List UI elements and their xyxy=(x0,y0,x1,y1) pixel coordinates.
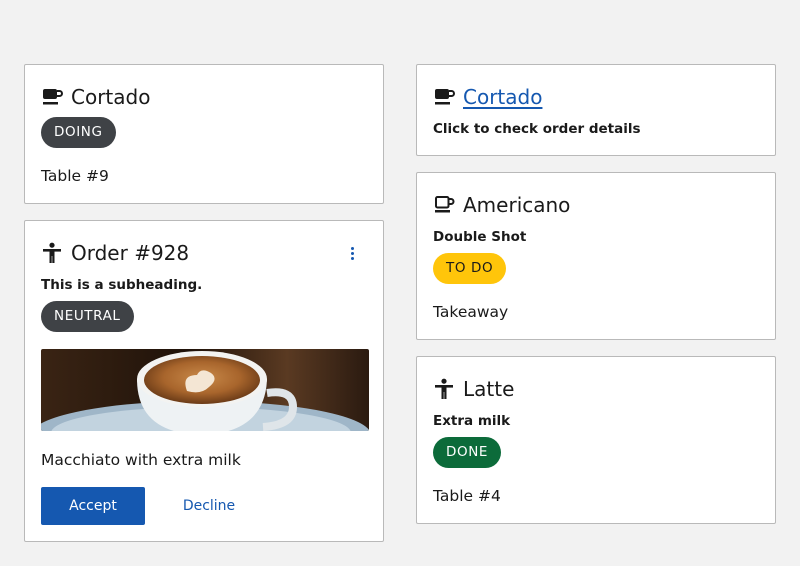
card-subheading: Click to check order details xyxy=(433,121,641,137)
card-subheading: This is a subheading. xyxy=(41,277,203,293)
card-body-text: Table #9 xyxy=(41,167,109,185)
card-header: Cortado xyxy=(433,85,542,109)
card-subheading: Extra milk xyxy=(433,413,511,429)
cortado-link-card[interactable]: Cortado Click to check order details xyxy=(416,64,776,156)
coffee-cup-icon xyxy=(41,86,63,108)
card-title: Latte xyxy=(463,377,515,401)
card-subheading: Double Shot xyxy=(433,229,527,245)
card-header: Cortado xyxy=(41,85,150,109)
latte-card: Latte Extra milk DONE Table #4 xyxy=(416,356,776,524)
card-title-link[interactable]: Cortado xyxy=(463,85,542,109)
cortado-card: Cortado DOING Table #9 xyxy=(24,64,384,204)
status-badge: TO DO xyxy=(433,253,507,284)
status-badge: NEUTRAL xyxy=(41,301,134,332)
card-body-text: Macchiato with extra milk xyxy=(41,451,241,469)
card-title: Order #928 xyxy=(71,241,190,265)
status-badge: DONE xyxy=(433,437,502,468)
card-body-text: Table #4 xyxy=(433,487,501,505)
coffee-cup-icon xyxy=(433,86,455,108)
accept-button[interactable]: Accept xyxy=(41,487,145,525)
card-header: Order #928 xyxy=(41,241,189,265)
decline-button[interactable]: Decline xyxy=(161,487,257,525)
card-body-text: Takeaway xyxy=(433,303,509,321)
coffee-mug-outline-icon xyxy=(433,194,455,216)
cappuccino-photo xyxy=(41,349,369,431)
card-header: Latte xyxy=(433,377,514,401)
order-card: Order #928 This is a subheading. NEUTRAL xyxy=(24,220,384,542)
more-options-icon[interactable] xyxy=(345,245,359,263)
person-icon xyxy=(41,242,63,264)
card-title: Americano xyxy=(463,193,571,217)
status-badge: DOING xyxy=(41,117,116,148)
card-title: Cortado xyxy=(71,85,151,109)
card-header: Americano xyxy=(433,193,570,217)
americano-card: Americano Double Shot TO DO Takeaway xyxy=(416,172,776,340)
person-icon xyxy=(433,378,455,400)
